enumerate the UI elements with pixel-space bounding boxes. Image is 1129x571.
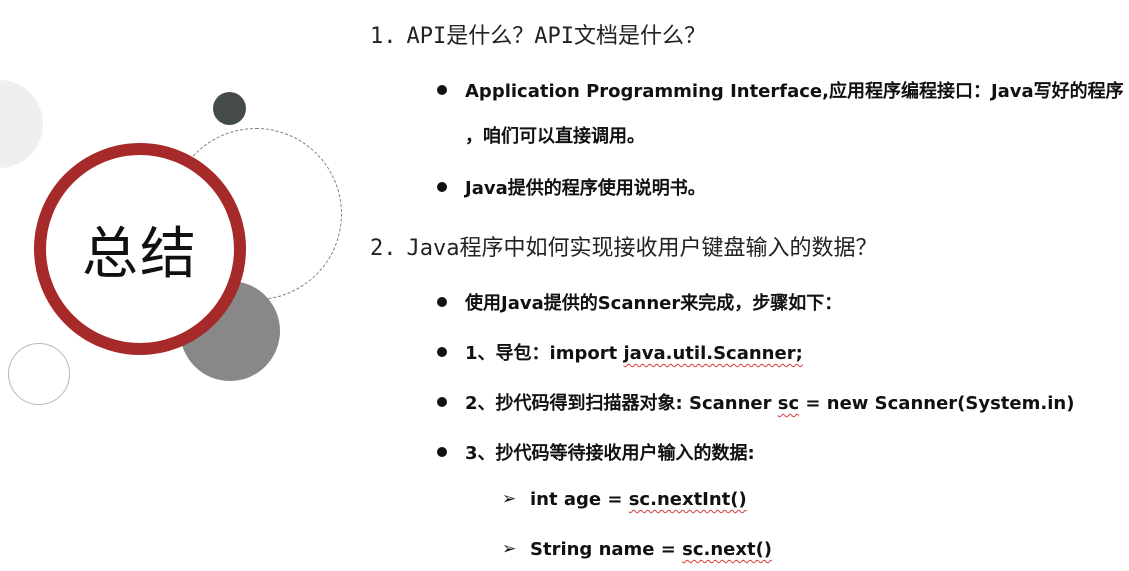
decor-circle-light xyxy=(0,80,43,168)
list-item-text: Application Programming Interface,应用程序编程… xyxy=(465,81,1124,102)
bullet-dot-icon xyxy=(437,397,447,407)
list-item-text: Java提供的程序使用说明书。 xyxy=(465,178,706,199)
code-text: sc xyxy=(777,393,800,414)
sub-list-item-text: int age = xyxy=(530,489,629,510)
bullet-dot-icon xyxy=(437,85,447,95)
section-1-number: 1. xyxy=(370,24,397,49)
list-item-continuation: ，咱们可以直接调用。 xyxy=(465,122,645,148)
section-1-title: API是什么？API文档是什么？ xyxy=(406,24,706,49)
sub-list-item: ➢ String name = sc.next() xyxy=(502,539,773,560)
list-item: 使用Java提供的Scanner来完成，步骤如下： xyxy=(437,289,843,315)
sub-list-item-text: String name = xyxy=(530,539,683,560)
sub-list-item: ➢ int age = sc.nextInt() xyxy=(502,489,747,510)
section-2-title: Java程序中如何实现接收用户键盘输入的数据？ xyxy=(406,236,878,261)
section-2-heading: 2. Java程序中如何实现接收用户键盘输入的数据？ xyxy=(370,230,877,262)
list-item-text: 1、导包：import xyxy=(465,343,624,364)
bullet-dot-icon xyxy=(437,297,447,307)
section-2-number: 2. xyxy=(370,236,397,261)
code-text: sc.nextInt() xyxy=(628,489,747,510)
arrowhead-bullet-icon: ➢ xyxy=(502,489,517,509)
list-item-text: = new Scanner(System.in) xyxy=(799,393,1075,414)
list-item-text: 3、抄代码等待接收用户输入的数据: xyxy=(465,443,755,464)
code-text: java.util.Scanner; xyxy=(623,343,803,364)
bullet-dot-icon xyxy=(437,447,447,457)
decor-circle-outline xyxy=(8,343,70,405)
decor-circle-dark xyxy=(213,92,246,125)
bullet-dot-icon xyxy=(437,347,447,357)
list-item: 1、导包：import java.util.Scanner; xyxy=(437,339,803,365)
list-item: Java提供的程序使用说明书。 xyxy=(437,174,706,200)
list-item-text: ，咱们可以直接调用。 xyxy=(465,126,645,147)
summary-title: 总结 xyxy=(82,221,198,287)
list-item: Application Programming Interface,应用程序编程… xyxy=(437,77,1124,103)
list-item: 3、抄代码等待接收用户输入的数据: xyxy=(437,439,755,465)
summary-badge: 总结 xyxy=(34,143,246,355)
list-item-text: 使用Java提供的Scanner来完成，步骤如下： xyxy=(465,293,843,314)
arrowhead-bullet-icon: ➢ xyxy=(502,539,517,559)
section-1-heading: 1. API是什么？API文档是什么？ xyxy=(370,18,706,50)
list-item-text: 2、抄代码得到扫描器对象: Scanner xyxy=(465,393,778,414)
bullet-dot-icon xyxy=(437,182,447,192)
list-item: 2、抄代码得到扫描器对象: Scanner sc = new Scanner(S… xyxy=(437,389,1075,415)
code-text: sc.next() xyxy=(682,539,773,560)
